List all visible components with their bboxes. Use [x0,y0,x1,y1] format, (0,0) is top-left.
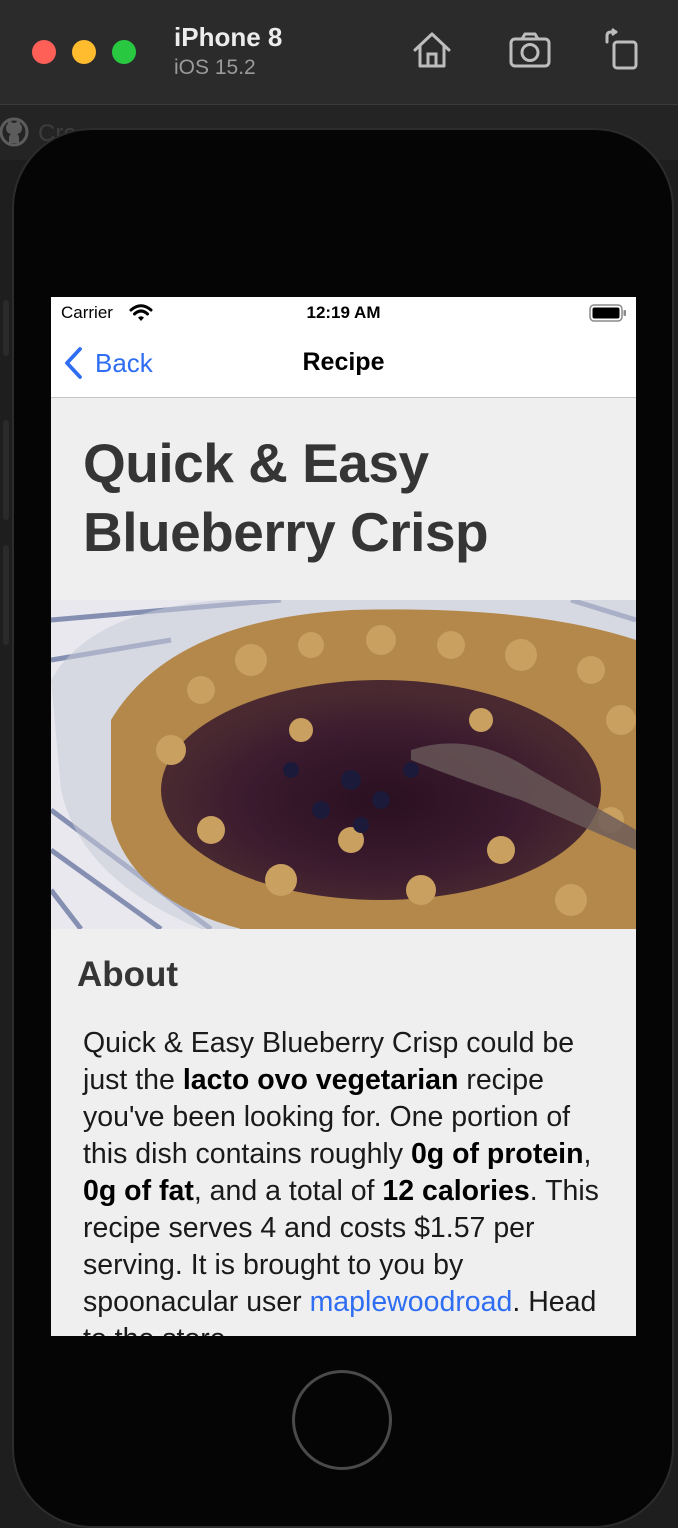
device-os-version: iOS 15.2 [174,56,256,79]
volume-down-button [3,545,9,645]
recipe-title-line-1: Quick & Easy [83,432,429,494]
device-screen: Carrier 12:19 AM Back Recipe Quick & Eas… [51,297,636,1336]
about-summary: Quick & Easy Blueberry Crisp could be ju… [83,1025,613,1336]
home-icon[interactable] [410,28,454,72]
status-bar: Carrier 12:19 AM [51,297,636,329]
simulator-title-bar: iPhone 8 iOS 15.2 [0,0,678,105]
summary-fat: 0g of fat [83,1175,194,1207]
volume-up-button [3,420,9,520]
battery-icon [589,304,626,322]
zoom-window-button[interactable] [112,40,136,64]
recipe-photo [51,600,636,929]
nav-title: Recipe [302,348,385,376]
status-time: 12:19 AM [306,303,381,322]
about-heading: About [77,955,179,994]
navigation-bar: Back Recipe [51,329,636,398]
recipe-title: Quick & Easy Blueberry Crisp [83,429,613,567]
rotate-device-icon[interactable] [600,28,644,72]
github-icon [0,117,29,147]
summary-text: , and a total of [193,1175,383,1207]
summary-calories: 12 calories [382,1175,530,1207]
summary-diet: lacto ovo vegetarian [182,1064,459,1096]
screenshot-camera-icon[interactable] [508,28,552,72]
close-window-button[interactable] [32,40,56,64]
author-link[interactable]: maplewoodroad [310,1286,513,1318]
mute-switch [3,300,9,356]
summary-text: , [583,1138,592,1170]
minimize-window-button[interactable] [72,40,96,64]
device-name: iPhone 8 [174,22,283,52]
summary-protein: 0g of protein [410,1138,584,1170]
home-button[interactable] [292,1370,392,1470]
recipe-title-line-2: Blueberry Crisp [83,501,489,563]
